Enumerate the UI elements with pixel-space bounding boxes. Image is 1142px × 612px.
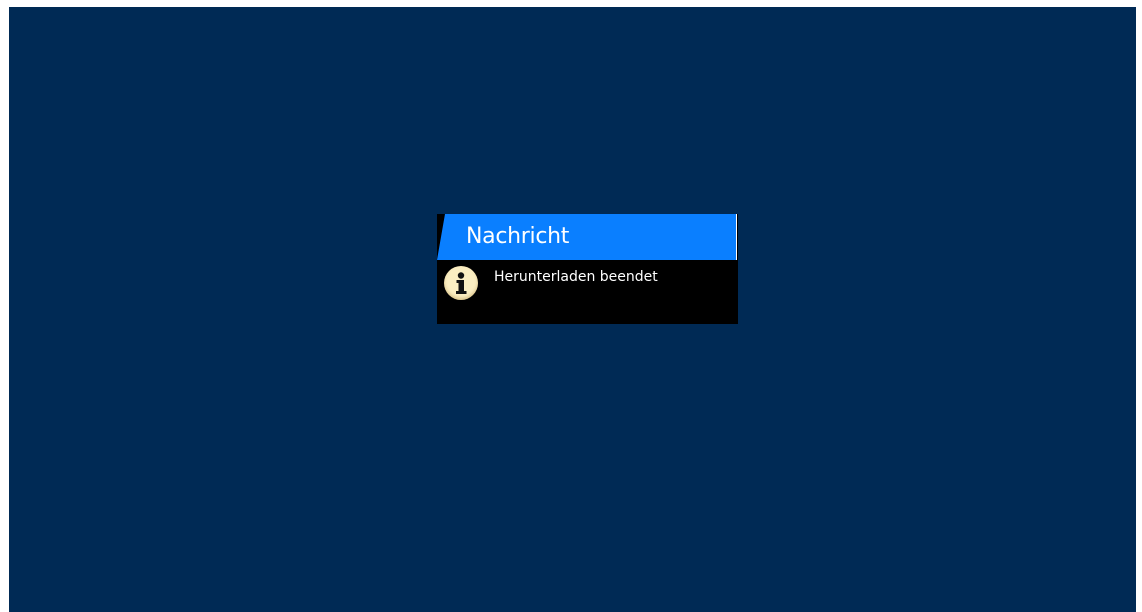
info-icon-glyph	[456, 272, 467, 294]
desktop-background: Nachricht Herunterladen beendet	[9, 7, 1136, 612]
message-dialog: Nachricht Herunterladen beendet	[437, 214, 738, 324]
dialog-message: Herunterladen beendet	[494, 269, 658, 285]
dialog-title-bar[interactable]: Nachricht	[437, 214, 737, 260]
dialog-title: Nachricht	[466, 224, 570, 249]
info-icon	[444, 266, 478, 300]
